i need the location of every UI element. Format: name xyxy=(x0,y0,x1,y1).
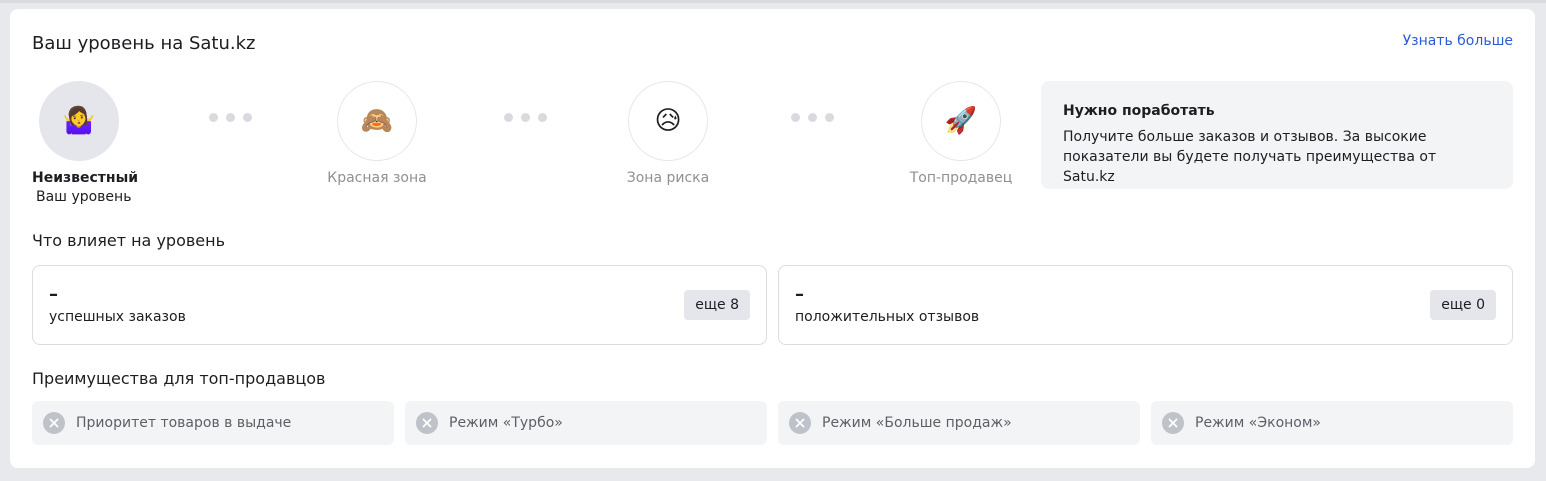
benefit-turbo: Режим «Турбо» xyxy=(405,401,767,445)
card-title: Ваш уровень на Satu.kz xyxy=(32,33,256,54)
seller-level-card: Ваш уровень на Satu.kz Узнать больше 🤷‍♀… xyxy=(10,9,1535,468)
rocket-icon: 🚀 xyxy=(921,81,1001,161)
shrug-emoji-icon: 🤷‍♀️ xyxy=(39,81,119,161)
metric-positive-reviews: – положительных отзывов еще 0 xyxy=(778,265,1513,345)
level-label: Топ-продавец xyxy=(909,170,1013,186)
sad-face-icon: 😥 xyxy=(628,81,708,161)
level-sublabel: Ваш уровень xyxy=(36,189,132,205)
info-text: Получите больше заказов и отзывов. За вы… xyxy=(1063,129,1437,185)
metric-successful-orders: – успешных заказов еще 8 xyxy=(32,265,767,345)
level-red-zone: 🙈 Красная зона xyxy=(287,81,467,186)
close-circle-icon xyxy=(789,412,811,434)
progress-dots xyxy=(504,113,547,122)
metric-value: – xyxy=(795,284,804,305)
benefit-more-sales: Режим «Больше продаж» xyxy=(778,401,1140,445)
benefit-econom: Режим «Эконом» xyxy=(1151,401,1513,445)
benefit-priority: Приоритет товаров в выдаче xyxy=(32,401,394,445)
level-unknown: 🤷‍♀️ Неизвестный Ваш уровень xyxy=(32,81,139,205)
metric-remaining-badge: еще 8 xyxy=(684,290,750,320)
level-top-seller: 🚀 Топ-продавец xyxy=(871,81,1051,186)
metric-remaining-badge: еще 0 xyxy=(1430,290,1496,320)
progress-dots xyxy=(791,113,834,122)
metric-label: успешных заказов xyxy=(49,309,186,325)
close-circle-icon xyxy=(43,412,65,434)
metric-value: – xyxy=(49,284,58,305)
benefits-title: Преимущества для топ-продавцов xyxy=(32,369,326,388)
level-label: Неизвестный xyxy=(32,170,139,186)
top-divider xyxy=(0,0,1546,3)
learn-more-link[interactable]: Узнать больше xyxy=(1403,33,1513,49)
level-label: Красная зона xyxy=(327,170,427,186)
benefit-label: Режим «Больше продаж» xyxy=(822,415,1012,431)
progress-dots xyxy=(209,113,252,122)
benefit-label: Приоритет товаров в выдаче xyxy=(76,415,292,431)
see-no-evil-monkey-icon: 🙈 xyxy=(337,81,417,161)
close-circle-icon xyxy=(1162,412,1184,434)
benefit-label: Режим «Эконом» xyxy=(1195,415,1321,431)
close-circle-icon xyxy=(416,412,438,434)
level-label: Зона риска xyxy=(626,170,710,186)
metric-label: положительных отзывов xyxy=(795,309,980,325)
level-info-box: Нужно поработать Получите больше заказов… xyxy=(1041,81,1513,189)
info-title: Нужно поработать xyxy=(1063,103,1215,119)
benefit-label: Режим «Турбо» xyxy=(449,415,563,431)
level-risk-zone: 😥 Зона риска xyxy=(578,81,758,186)
factors-title: Что влияет на уровень xyxy=(32,231,226,250)
